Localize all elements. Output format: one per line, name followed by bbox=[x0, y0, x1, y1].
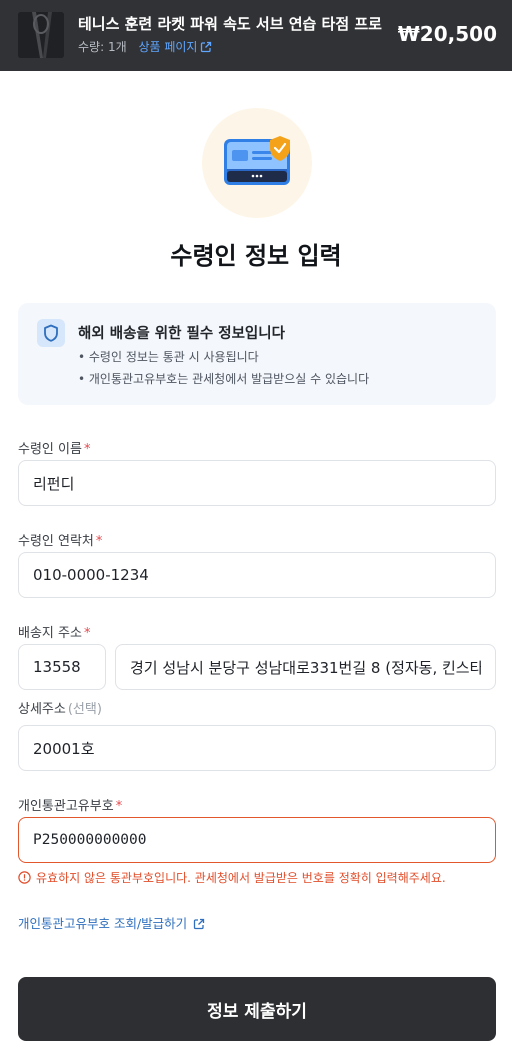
recipient-name-label: 수령인 이름 * bbox=[18, 438, 90, 457]
page-title: 수령인 정보 입력 bbox=[170, 242, 342, 270]
notice-title: 해외 배송을 위한 필수 정보입니다 bbox=[78, 326, 285, 342]
customs-code-label: 개인통관고유부호 * bbox=[18, 795, 122, 814]
optional-mark: (선택) bbox=[67, 702, 102, 717]
product-page-link-label: 상품 페이지 bbox=[138, 40, 198, 54]
recipient-name-input[interactable] bbox=[18, 460, 496, 506]
customs-code-lookup-label: 개인통관고유부호 조회/발급하기 bbox=[18, 916, 188, 931]
shield-icon bbox=[44, 324, 58, 342]
address-label: 배송지 주소 * bbox=[18, 622, 90, 641]
hero-illustration bbox=[202, 108, 312, 218]
detail-address-input[interactable] bbox=[18, 725, 496, 771]
detail-address-label: 상세주소 (선택) bbox=[18, 698, 102, 717]
street-address-input[interactable] bbox=[115, 644, 496, 690]
customs-code-error: 유효하지 않은 통관부호입니다. 관세청에서 발급받은 번호를 정확히 입력해주… bbox=[18, 869, 446, 886]
info-notice: 해외 배송을 위한 필수 정보입니다 • 수령인 정보는 통관 시 사용됩니다 … bbox=[18, 303, 496, 405]
notice-line: • 수령인 정보는 통관 시 사용됩니다 bbox=[78, 350, 259, 364]
external-link-icon bbox=[194, 918, 205, 930]
product-price: ₩20,500 bbox=[397, 22, 497, 46]
quantity-text: 수량: 1개 bbox=[78, 40, 127, 54]
notice-line: • 개인통관고유부호는 관세청에서 발급받으실 수 있습니다 bbox=[78, 372, 370, 386]
error-circle-icon bbox=[18, 871, 31, 884]
submit-button[interactable]: 정보 제출하기 bbox=[18, 977, 496, 1041]
product-header: 테니스 훈련 라켓 파워 속도 서브 연습 타점 프로 수량: 1개 상품 페이… bbox=[0, 0, 512, 71]
product-meta: 수량: 1개 상품 페이지 bbox=[78, 38, 212, 55]
product-page-link[interactable]: 상품 페이지 bbox=[138, 40, 212, 54]
address-label-text: 배송지 주소 bbox=[18, 626, 82, 641]
shield-icon-badge bbox=[37, 319, 65, 347]
phone-label: 수령인 연락처 * bbox=[18, 530, 102, 549]
product-title: 테니스 훈련 라켓 파워 속도 서브 연습 타점 프로 bbox=[78, 15, 382, 33]
required-mark: * bbox=[95, 534, 103, 549]
recipient-name-label-text: 수령인 이름 bbox=[18, 442, 82, 457]
phone-input[interactable] bbox=[18, 552, 496, 598]
detail-address-label-text: 상세주소 bbox=[18, 702, 66, 717]
product-thumbnail bbox=[18, 12, 64, 58]
required-mark: * bbox=[115, 799, 123, 814]
customs-code-input[interactable] bbox=[18, 817, 496, 863]
customs-code-lookup-link[interactable]: 개인통관고유부호 조회/발급하기 bbox=[18, 913, 205, 932]
customs-code-label-text: 개인통관고유부호 bbox=[18, 799, 114, 814]
required-mark: * bbox=[83, 442, 91, 457]
card-shield-icon bbox=[224, 136, 290, 185]
customs-code-error-text: 유효하지 않은 통관부호입니다. 관세청에서 발급받은 번호를 정확히 입력해주… bbox=[36, 871, 446, 885]
required-mark: * bbox=[83, 626, 91, 641]
phone-label-text: 수령인 연락처 bbox=[18, 534, 94, 549]
postal-code-input[interactable] bbox=[18, 644, 106, 690]
external-link-icon bbox=[201, 41, 212, 53]
